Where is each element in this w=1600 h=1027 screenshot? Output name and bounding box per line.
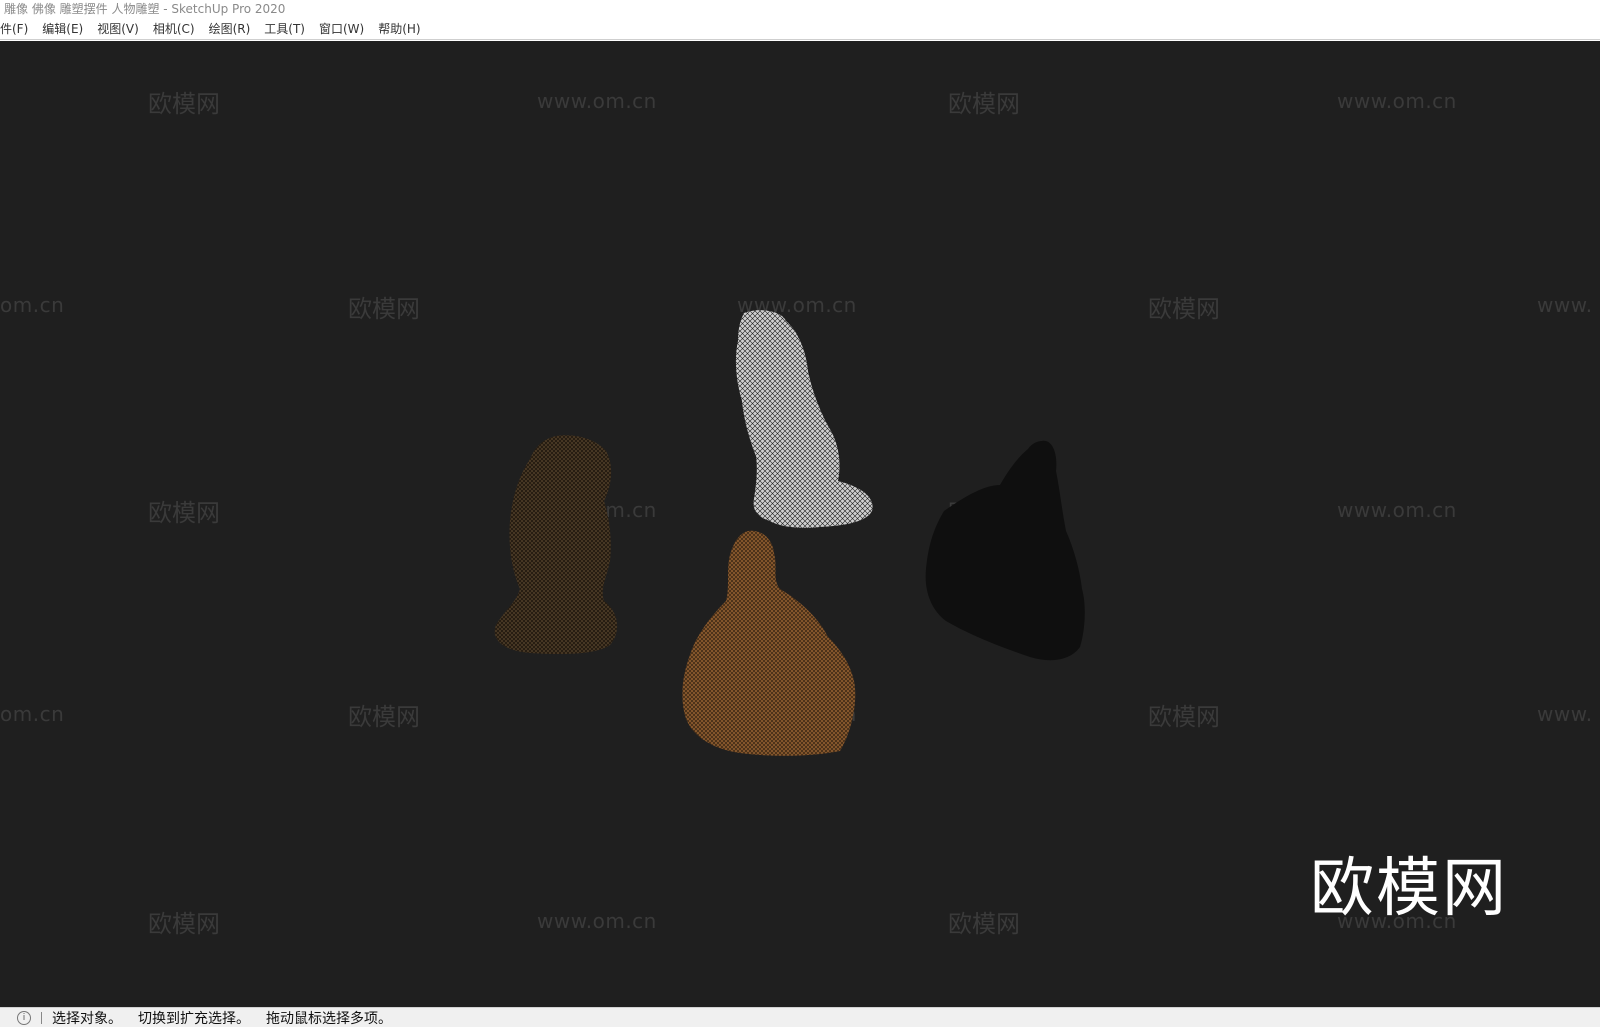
status-bar: i 选择对象。 切换到扩充选择。 拖动鼠标选择多项。: [0, 1007, 1600, 1027]
sculpture-white-figure[interactable]: [735, 310, 873, 528]
menu-help[interactable]: 帮助(H): [371, 18, 427, 40]
status-hint-drag: 拖动鼠标选择多项。: [266, 1010, 392, 1027]
menu-view[interactable]: 视图(V): [90, 18, 146, 40]
status-hint-extend: 切换到扩充选择。: [138, 1010, 250, 1027]
sculpture-bronze-figure[interactable]: [494, 435, 618, 655]
model-scene: [494, 310, 1085, 756]
window-title: 雕像 佛像 雕塑摆件 人物雕塑 - SketchUp Pro 2020: [0, 0, 1600, 18]
menu-camera[interactable]: 相机(C): [146, 18, 202, 40]
menu-bar: 件(F) 编辑(E) 视图(V) 相机(C) 绘图(R) 工具(T) 窗口(W)…: [0, 18, 1600, 40]
status-divider: [41, 1011, 42, 1024]
status-hint-select: 选择对象。: [52, 1010, 122, 1027]
menu-file[interactable]: 件(F): [0, 18, 35, 40]
menu-draw[interactable]: 绘图(R): [202, 18, 258, 40]
menu-edit[interactable]: 编辑(E): [35, 18, 90, 40]
sculpture-seated-buddha[interactable]: [682, 530, 856, 756]
info-icon[interactable]: i: [17, 1010, 31, 1025]
sculpture-dark-silhouette[interactable]: [925, 440, 1085, 661]
model-viewport[interactable]: 欧模网 www.om.cn 欧模网 www.om.cn om.cn 欧模网 ww…: [0, 41, 1600, 1007]
menu-window[interactable]: 窗口(W): [312, 18, 371, 40]
menu-tools[interactable]: 工具(T): [257, 18, 312, 40]
sketchup-window: 雕像 佛像 雕塑摆件 人物雕塑 - SketchUp Pro 2020 件(F)…: [0, 0, 1600, 1027]
